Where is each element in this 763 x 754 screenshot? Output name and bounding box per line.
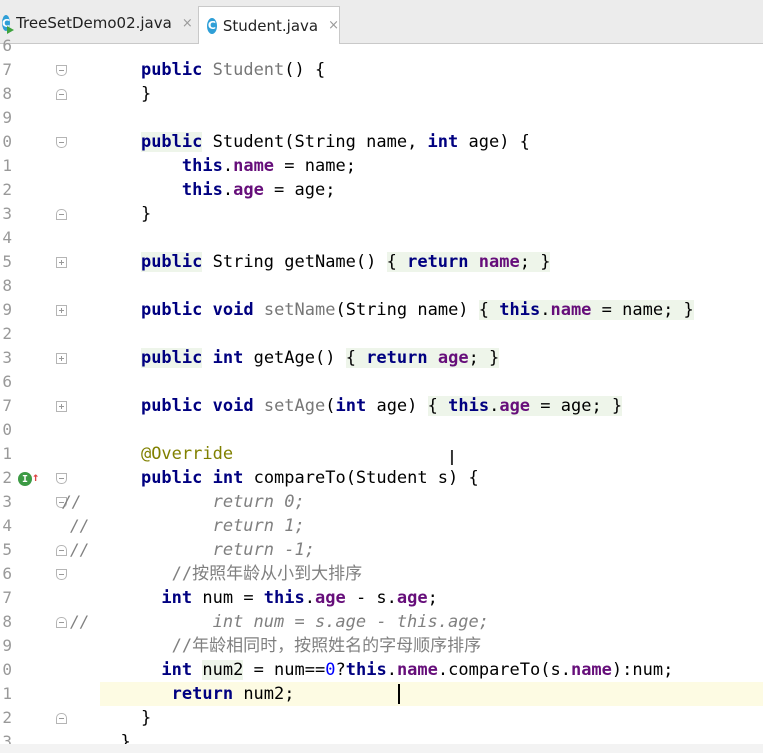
close-icon[interactable]: ×	[328, 18, 339, 33]
line-number: 7	[2, 60, 12, 79]
code-line: }	[140, 708, 152, 728]
line-number: 7	[2, 396, 12, 415]
line-number: 0	[2, 660, 12, 679]
line-number: 5	[2, 252, 12, 271]
comment-marker: //	[70, 540, 90, 559]
code-line: //年龄相同时，按照姓名的字母顺序排序	[171, 636, 482, 656]
fold-collapse-icon[interactable]	[56, 89, 67, 100]
line-number: 2	[2, 708, 12, 727]
code-line: this.name = name;	[181, 156, 356, 176]
line-number: 7	[2, 588, 12, 607]
java-class-run-icon: C	[2, 15, 15, 34]
comment-marker: //	[62, 492, 82, 511]
comment-marker: //	[70, 516, 90, 535]
code-line: public int compareTo(Student s) {	[140, 468, 479, 488]
code-line: return 0;	[212, 492, 305, 512]
tab-student[interactable]: C Student.java ×	[198, 6, 340, 44]
line-number: 1	[2, 156, 12, 175]
editor-tab-bar: C TreeSetDemo02.java × C Student.java ×	[0, 0, 763, 44]
code-line: public int getAge() { return age; }	[140, 348, 500, 368]
code-line: //按照年龄从小到大排序	[171, 564, 363, 584]
line-number: 4	[2, 228, 12, 247]
line-number: 5	[2, 540, 12, 559]
line-number: 1	[2, 684, 12, 703]
fold-collapse-icon[interactable]	[56, 713, 67, 724]
line-number: 0	[2, 132, 12, 151]
fold-collapse-icon[interactable]	[56, 569, 67, 580]
code-line: @Override	[140, 444, 234, 464]
code-line: }	[140, 84, 152, 104]
close-icon[interactable]: ×	[182, 16, 193, 31]
fold-expand-icon[interactable]	[56, 401, 67, 412]
current-code-line: return num2;	[100, 682, 763, 706]
tab-label: Student.java	[222, 16, 319, 35]
code-line: public Student(String name, int age) {	[140, 132, 530, 152]
line-number: 6	[2, 36, 12, 55]
line-number: 3	[2, 348, 12, 367]
fold-collapse-icon[interactable]	[56, 545, 67, 556]
code-line: int num = this.age - s.age;	[161, 588, 438, 608]
line-number: 6	[2, 564, 12, 583]
line-number: 6	[2, 372, 12, 391]
code-line: this.age = age;	[181, 180, 336, 200]
line-number: 1	[2, 444, 12, 463]
editor-bottom-edge	[0, 744, 763, 753]
fold-collapse-icon[interactable]	[56, 473, 67, 484]
code-line: return 1;	[212, 516, 305, 536]
line-number: 8	[2, 84, 12, 103]
fold-expand-icon[interactable]	[56, 353, 67, 364]
text-caret	[398, 684, 400, 704]
override-arrow-icon[interactable]: ↑	[32, 470, 39, 484]
line-number: 3	[2, 204, 12, 223]
code-line: public String getName() { return name; }	[140, 252, 551, 272]
line-number: 9	[2, 300, 12, 319]
line-number: 8	[2, 276, 12, 295]
mouse-ibeam-cursor: I	[449, 446, 455, 470]
line-number: 2	[2, 180, 12, 199]
code-line: public void setAge(int age) { this.age =…	[140, 396, 623, 416]
line-number: 9	[2, 636, 12, 655]
comment-marker: //	[70, 612, 90, 631]
code-line: int num = s.age - this.age;	[212, 612, 489, 632]
code-line: public Student() {	[140, 60, 326, 80]
line-number: 4	[2, 516, 12, 535]
line-number: 2	[2, 324, 12, 343]
fold-collapse-icon[interactable]	[56, 137, 67, 148]
tab-treesetdemo02[interactable]: C TreeSetDemo02.java ×	[0, 6, 193, 40]
tab-label: TreeSetDemo02.java	[16, 14, 172, 32]
line-number: 8	[2, 612, 12, 631]
fold-expand-icon[interactable]	[56, 257, 67, 268]
line-number: 3	[2, 492, 12, 511]
fold-collapse-icon[interactable]	[56, 65, 67, 76]
line-number: 9	[2, 108, 12, 127]
code-line: return -1;	[212, 540, 315, 560]
fold-expand-icon[interactable]	[56, 305, 67, 316]
code-line: public void setName(String name) { this.…	[140, 300, 694, 320]
fold-collapse-icon[interactable]	[56, 617, 67, 628]
implements-method-icon[interactable]: I	[18, 472, 32, 486]
editor-gutter: 6 7 8 9 0 1 2 3 4 5 8 9 2 3 6 7 0 1 2 3 4 5 6 7 8 9 0 1 2 3////////	[0, 36, 100, 753]
java-class-icon: C	[207, 17, 217, 34]
code-line: int num2 = num==0?this.name.compareTo(s.…	[161, 660, 674, 680]
line-number: 0	[2, 420, 12, 439]
fold-collapse-icon[interactable]	[56, 209, 67, 220]
code-line: }	[140, 204, 152, 224]
line-number: 2	[2, 468, 12, 487]
code-editor[interactable]: public Student() { } public Student(Stri…	[100, 44, 763, 753]
